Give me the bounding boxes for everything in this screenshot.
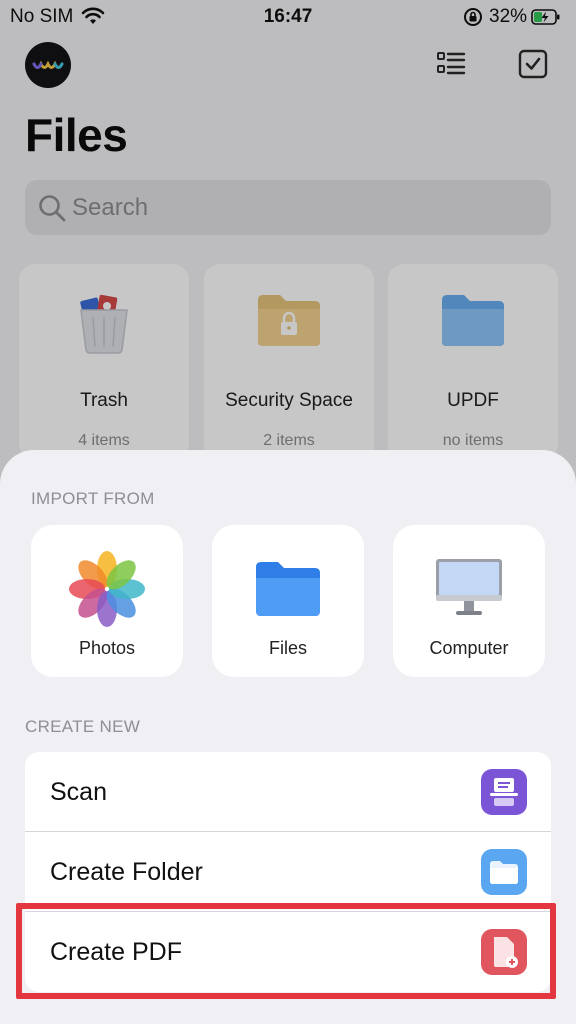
import-photos-button[interactable]: Photos <box>31 525 183 677</box>
import-computer-button[interactable]: Computer <box>393 525 545 677</box>
files-folder-icon <box>254 551 322 624</box>
computer-icon <box>434 551 504 624</box>
create-folder-row[interactable]: Create Folder <box>25 832 551 912</box>
scan-icon <box>481 769 527 815</box>
photos-icon <box>69 551 145 632</box>
create-folder-label: Create Folder <box>50 858 203 886</box>
import-section-label: IMPORT FROM <box>31 489 155 508</box>
import-photos-label: Photos <box>78 638 136 658</box>
create-section-label: CREATE NEW <box>25 717 141 736</box>
import-computer-label: Computer <box>429 638 509 658</box>
create-pdf-highlight-box <box>16 903 556 999</box>
import-files-button[interactable]: Files <box>212 525 364 677</box>
folder-icon <box>481 849 527 895</box>
create-scan-row[interactable]: Scan <box>25 752 551 832</box>
import-files-label: Files <box>268 638 307 658</box>
scan-label: Scan <box>50 778 107 806</box>
